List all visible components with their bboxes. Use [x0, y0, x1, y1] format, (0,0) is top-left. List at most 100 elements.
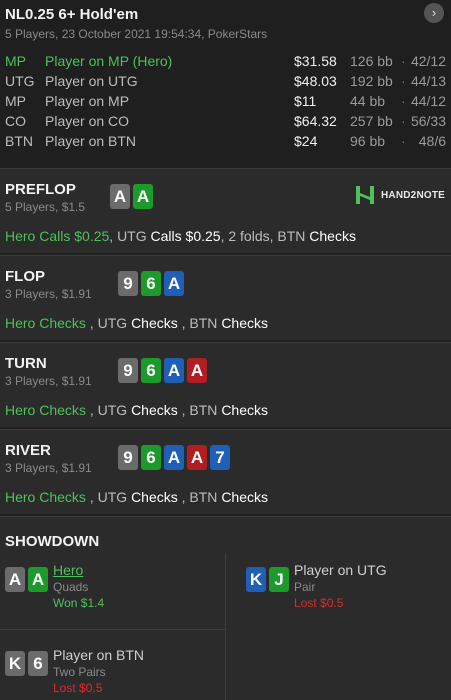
player-name[interactable]: Player on MP (Hero) — [45, 53, 172, 69]
separator: · — [401, 53, 406, 69]
card: 9 — [118, 445, 138, 470]
action-text: Checks — [131, 402, 178, 418]
action-text: Checks — [309, 228, 356, 244]
action-player: , UTG — [85, 402, 132, 418]
showdown-result: Lost $0.5 — [53, 681, 103, 695]
card: A — [28, 567, 48, 592]
player-stack: $31.58 — [294, 53, 337, 69]
hand2note-logo: HAND2NOTE — [355, 185, 445, 205]
showdown-player-name[interactable]: Player on BTN — [53, 647, 144, 663]
card: 6 — [141, 358, 161, 383]
divider — [0, 629, 225, 630]
showdown-hand-rank: Pair — [294, 580, 316, 594]
card: 6 — [28, 651, 48, 676]
card: K — [246, 567, 266, 592]
street-actions: Hero Checks , UTG Checks , BTN Checks — [5, 315, 268, 331]
showdown-player-name[interactable]: Hero — [53, 562, 83, 578]
card: 6 — [141, 271, 161, 296]
player-hud-stats: 56/33 — [410, 113, 446, 129]
action-player: , UTG — [85, 315, 132, 331]
divider — [225, 553, 226, 700]
street-flop: FLOP 3 Players, $1.91 9 6 A Hero Checks … — [0, 255, 451, 340]
street-turn: TURN 3 Players, $1.91 9 6 A A Hero Check… — [0, 342, 451, 427]
hero-action: Checks — [35, 402, 86, 418]
action-text: Calls $0.25 — [150, 228, 221, 244]
card: A — [164, 271, 184, 296]
action-text: Checks — [131, 315, 178, 331]
player-stack-bb: 96 bb — [350, 133, 386, 149]
card: A — [5, 567, 25, 592]
player-stack-bb: 257 bb — [350, 113, 393, 129]
street-actions: Hero Checks , UTG Checks , BTN Checks — [5, 489, 268, 505]
hero-label: Hero — [5, 402, 36, 418]
card: 6 — [141, 445, 161, 470]
hero-hole-cards: A A — [110, 184, 153, 209]
player-row[interactable]: MP Player on MP $11 44 bb · 44/12 — [0, 91, 451, 111]
player-position: UTG — [5, 73, 35, 89]
separator: · — [401, 93, 406, 109]
showdown-cards: A A — [5, 567, 48, 592]
separator: · — [401, 73, 406, 89]
separator: · — [401, 133, 406, 149]
card: K — [5, 651, 25, 676]
card: 9 — [118, 271, 138, 296]
player-name[interactable]: Player on CO — [45, 113, 129, 129]
player-hud-stats: 44/13 — [410, 73, 446, 89]
hand-header: NL0.25 6+ Hold'em 5 Players, 23 October … — [0, 0, 451, 168]
player-name[interactable]: Player on UTG — [45, 73, 138, 89]
action-player: , UTG — [109, 228, 151, 244]
hand2note-logo-icon — [355, 185, 375, 205]
card: A — [164, 445, 184, 470]
player-row[interactable]: BTN Player on BTN $24 96 bb · 48/6 — [0, 131, 451, 151]
action-player: , BTN — [177, 402, 222, 418]
card: A — [164, 358, 184, 383]
player-stack-bb: 192 bb — [350, 73, 393, 89]
showdown-hand-rank: Quads — [53, 580, 89, 594]
hand2note-logo-text: HAND2NOTE — [381, 189, 446, 201]
chevron-right-icon[interactable]: › — [424, 3, 444, 23]
player-name[interactable]: Player on MP — [45, 93, 129, 109]
street-river: RIVER 3 Players, $1.91 9 6 A A 7 Hero Ch… — [0, 429, 451, 514]
showdown-hand-rank: Two Pairs — [53, 665, 106, 679]
player-stack-bb: 126 bb — [350, 53, 393, 69]
action-text: Checks — [131, 489, 178, 505]
card: A — [133, 184, 153, 209]
player-stack: $48.03 — [294, 73, 337, 89]
player-row[interactable]: CO Player on CO $64.32 257 bb · 56/33 — [0, 111, 451, 131]
player-row[interactable]: MP Player on MP (Hero) $31.58 126 bb · 4… — [0, 51, 451, 71]
hero-label: Hero — [5, 228, 36, 244]
board-cards: 9 6 A A 7 — [118, 445, 230, 470]
street-name: FLOP — [5, 268, 45, 285]
player-position: MP — [5, 53, 26, 69]
action-text: Checks — [221, 315, 268, 331]
action-player: , BTN — [177, 315, 222, 331]
hero-action: Calls $0.25 — [35, 228, 110, 244]
showdown-cards: K J — [246, 567, 289, 592]
board-cards: 9 6 A — [118, 271, 184, 296]
street-name: PREFLOP — [5, 181, 76, 198]
street-name: TURN — [5, 355, 47, 372]
player-stack: $11 — [294, 93, 317, 109]
street-name: RIVER — [5, 442, 51, 459]
showdown-section: SHOWDOWN A A Hero Quads Won $1.4 K J Pla… — [0, 516, 451, 700]
showdown-player-name[interactable]: Player on UTG — [294, 562, 387, 578]
hero-action: Checks — [35, 489, 86, 505]
player-stack-bb: 44 bb — [350, 93, 386, 109]
card: A — [187, 445, 207, 470]
card: 9 — [118, 358, 138, 383]
players-list: MP Player on MP (Hero) $31.58 126 bb · 4… — [0, 51, 451, 151]
hero-label: Hero — [5, 489, 36, 505]
action-player: , UTG — [85, 489, 132, 505]
player-row[interactable]: UTG Player on UTG $48.03 192 bb · 44/13 — [0, 71, 451, 91]
street-meta: 3 Players, $1.91 — [5, 374, 92, 388]
action-player: , BTN — [177, 489, 222, 505]
street-actions: Hero Checks , UTG Checks , BTN Checks — [5, 402, 268, 418]
player-hud-stats: 42/12 — [410, 53, 446, 69]
player-stack: $24 — [294, 133, 318, 149]
showdown-cards: K 6 — [5, 651, 48, 676]
showdown-result: Lost $0.5 — [294, 596, 344, 610]
player-name[interactable]: Player on BTN — [45, 133, 136, 149]
card: A — [110, 184, 130, 209]
showdown-result: Won $1.4 — [53, 596, 105, 610]
card: J — [269, 567, 289, 592]
